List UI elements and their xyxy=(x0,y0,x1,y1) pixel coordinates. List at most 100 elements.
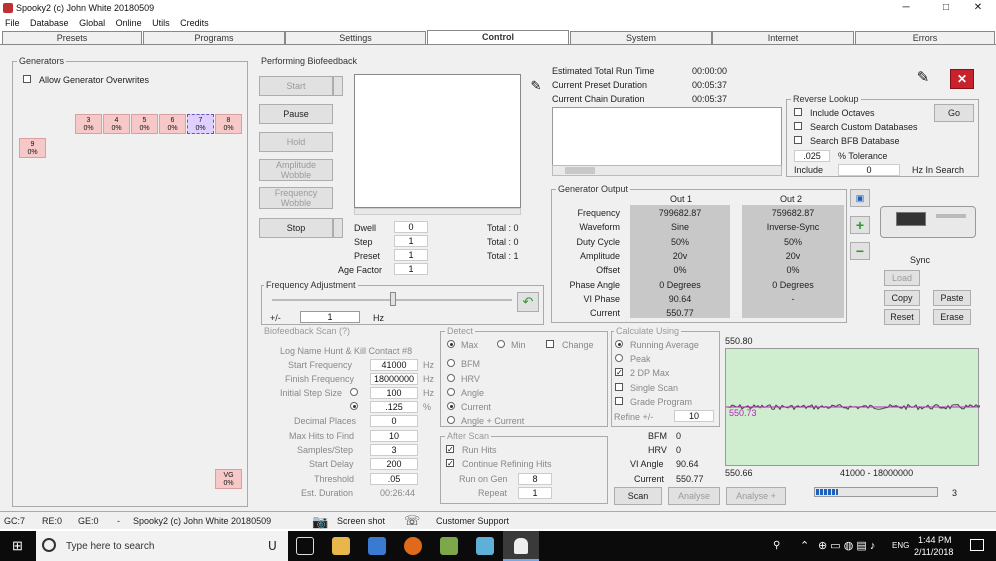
detect-angle-current-radio[interactable] xyxy=(447,416,455,424)
allow-overwrites-checkbox[interactable] xyxy=(23,75,31,83)
stop-button[interactable]: Stop xyxy=(259,218,333,238)
running-average-radio[interactable] xyxy=(615,340,623,348)
frequency-wobble-button[interactable]: Frequency Wobble xyxy=(259,187,333,209)
virtual-generator-button[interactable]: VG 0% xyxy=(215,469,242,489)
run-on-gen-input[interactable]: 8 xyxy=(518,473,552,485)
continue-refining-checkbox[interactable]: ✓ xyxy=(446,459,454,468)
detect-hrv-radio[interactable] xyxy=(447,374,455,382)
app-icon-2[interactable] xyxy=(476,537,494,555)
store-icon[interactable] xyxy=(368,537,386,555)
step-hz-input[interactable]: 100 xyxy=(370,387,418,399)
brush-icon[interactable]: ✎ xyxy=(912,68,934,90)
menu-database[interactable]: Database xyxy=(30,16,69,30)
spooky2-task[interactable] xyxy=(503,531,539,561)
erase-button[interactable]: Erase xyxy=(933,309,971,325)
tray-icons[interactable]: ⊕ ▭ ◍ ▤ ♪ xyxy=(818,539,875,552)
detect-angle-radio[interactable] xyxy=(447,388,455,396)
go-button[interactable]: Go xyxy=(934,104,974,122)
start-button[interactable]: Start xyxy=(259,76,333,96)
generator-4-button[interactable]: 4 0% xyxy=(103,114,130,134)
amplitude-wobble-button[interactable]: Amplitude Wobble xyxy=(259,159,333,181)
grade-program-checkbox[interactable] xyxy=(615,397,623,405)
results-list-scrollbar[interactable] xyxy=(552,165,782,176)
task-view-icon[interactable] xyxy=(296,537,314,555)
detect-min-radio[interactable] xyxy=(497,340,505,348)
stop-dropdown[interactable] xyxy=(333,218,343,238)
detect-current-radio[interactable] xyxy=(447,402,455,410)
run-hits-checkbox[interactable]: ✓ xyxy=(446,445,454,454)
max-hits-input[interactable]: 10 xyxy=(370,430,418,442)
close-window-button[interactable]: ✕ xyxy=(960,0,996,16)
clock-time[interactable]: 1:44 PM xyxy=(918,535,952,545)
adjustment-input[interactable]: 1 xyxy=(300,311,360,323)
tab-presets[interactable]: Presets xyxy=(2,31,142,44)
reset-adjustment-button[interactable]: ↶ xyxy=(517,292,539,312)
start-frequency-input[interactable]: 41000 xyxy=(370,359,418,371)
hold-button[interactable]: Hold xyxy=(259,132,333,152)
search-bfb-checkbox[interactable] xyxy=(794,136,802,144)
generator-5-button[interactable]: 5 0% xyxy=(131,114,158,134)
repeat-input[interactable]: 1 xyxy=(518,487,552,499)
app-icon-1[interactable] xyxy=(440,537,458,555)
file-explorer-icon[interactable] xyxy=(332,537,350,555)
camera-icon[interactable]: 📷 xyxy=(312,514,328,530)
save-icon[interactable]: ▣ xyxy=(850,189,870,207)
menu-file[interactable]: File xyxy=(5,16,20,30)
add-icon[interactable]: + xyxy=(850,216,870,234)
analyse-button[interactable]: Analyse xyxy=(668,487,720,505)
tab-programs[interactable]: Programs xyxy=(143,31,285,44)
refine-input[interactable]: 10 xyxy=(674,410,714,422)
single-scan-checkbox[interactable] xyxy=(615,383,623,391)
paste-button[interactable]: Paste xyxy=(933,290,971,306)
scan-button[interactable]: Scan xyxy=(614,487,662,505)
tolerance-input[interactable]: .025 xyxy=(794,150,830,162)
copy-button[interactable]: Copy xyxy=(884,290,920,306)
generator-3-button[interactable]: 3 0% xyxy=(75,114,102,134)
search-custom-checkbox[interactable] xyxy=(794,122,802,130)
tab-internet[interactable]: Internet xyxy=(712,31,854,44)
tab-control[interactable]: Control xyxy=(427,30,569,44)
generator-8-button[interactable]: 8 0% xyxy=(215,114,242,134)
tab-settings[interactable]: Settings xyxy=(285,31,426,44)
scan-legend[interactable]: Biofeedback Scan (?) xyxy=(262,326,353,336)
reset-button[interactable]: Reset xyxy=(884,309,920,325)
erase-icon[interactable]: ✎ xyxy=(527,78,545,94)
step-pct-input[interactable]: .125 xyxy=(370,401,418,413)
generator-7-button[interactable]: 7 0% xyxy=(187,114,214,134)
detect-max-radio[interactable] xyxy=(447,340,455,348)
step-pct-radio[interactable] xyxy=(350,402,358,410)
peak-radio[interactable] xyxy=(615,354,623,362)
screenshot-label[interactable]: Screen shot xyxy=(337,516,385,526)
maximize-button[interactable]: □ xyxy=(928,0,964,16)
generator-9-button[interactable]: 9 0% xyxy=(19,138,46,158)
samples-step-input[interactable]: 3 xyxy=(370,444,418,456)
windows-start-icon[interactable]: ⊞ xyxy=(12,539,26,553)
menu-global[interactable]: Global xyxy=(79,16,105,30)
detect-bfm-radio[interactable] xyxy=(447,359,455,367)
language-indicator[interactable]: ENG xyxy=(892,541,909,550)
people-icon[interactable]: ⚲ xyxy=(773,540,780,551)
close-panel-icon[interactable]: ✕ xyxy=(950,69,974,89)
clock-date[interactable]: 2/11/2018 xyxy=(914,547,953,557)
firefox-icon[interactable] xyxy=(404,537,422,555)
pause-button[interactable]: Pause xyxy=(259,104,333,124)
frequency-slider-thumb[interactable] xyxy=(390,292,396,306)
include-hz-input[interactable]: 0 xyxy=(838,164,900,176)
tab-system[interactable]: System xyxy=(570,31,712,44)
threshold-input[interactable]: .05 xyxy=(370,473,418,485)
notification-icon[interactable] xyxy=(970,539,984,551)
load-button[interactable]: Load xyxy=(884,270,920,286)
taskbar-search-box[interactable]: Type here to search Ս xyxy=(36,531,288,561)
program-list[interactable] xyxy=(354,74,521,208)
tray-chevron-icon[interactable]: ⌃ xyxy=(800,539,809,552)
2dp-max-checkbox[interactable]: ✓ xyxy=(615,368,623,377)
generator-6-button[interactable]: 6 0% xyxy=(159,114,186,134)
tab-errors[interactable]: Errors xyxy=(855,31,995,44)
program-list-scrollbar[interactable] xyxy=(354,208,521,215)
support-icon[interactable]: ☏ xyxy=(404,513,420,529)
customer-support-label[interactable]: Customer Support xyxy=(436,516,509,526)
menu-online[interactable]: Online xyxy=(116,16,142,30)
minimize-button[interactable]: ─ xyxy=(888,0,924,16)
remove-icon[interactable]: − xyxy=(850,242,870,260)
analyse-plus-button[interactable]: Analyse + xyxy=(726,487,786,505)
